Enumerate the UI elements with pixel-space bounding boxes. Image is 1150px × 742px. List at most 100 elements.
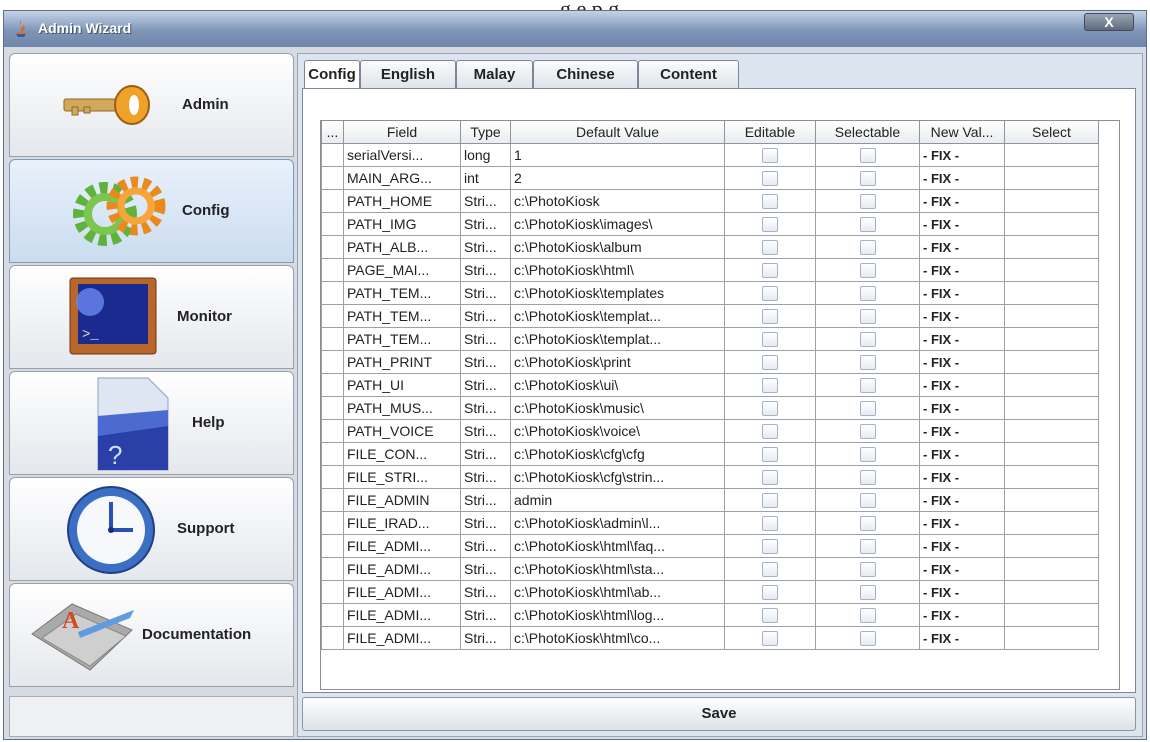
checkbox[interactable] xyxy=(762,539,778,555)
table-row[interactable]: PATH_TEM... Stri... c:\PhotoKiosk\template… xyxy=(321,281,1099,305)
column-header-select[interactable]: Select xyxy=(1004,121,1099,144)
checkbox[interactable] xyxy=(762,148,778,164)
select-cell[interactable] xyxy=(1004,465,1099,489)
field-cell[interactable]: PATH_VOICE xyxy=(343,419,461,443)
checkbox[interactable] xyxy=(762,240,778,256)
editable-checkbox[interactable] xyxy=(724,212,816,236)
select-cell[interactable] xyxy=(1004,557,1099,581)
selectable-checkbox[interactable] xyxy=(815,350,920,374)
table-row[interactable]: FILE_ADMI... Stri... c:\PhotoKiosk\html\ab… xyxy=(321,580,1099,604)
select-cell[interactable] xyxy=(1004,350,1099,374)
checkbox[interactable] xyxy=(859,401,876,417)
checkbox[interactable] xyxy=(859,585,876,601)
new-value-cell[interactable]: - FIX - xyxy=(919,419,1005,443)
column-header-new-value[interactable]: New Val... xyxy=(919,121,1005,144)
checkbox[interactable] xyxy=(762,355,778,371)
table-row[interactable]: PATH_ALB... Stri... c:\PhotoKiosk\album - F… xyxy=(321,235,1099,259)
default-value-cell[interactable]: c:\PhotoKiosk\ui\ xyxy=(510,373,725,397)
row-index-cell[interactable] xyxy=(321,557,344,581)
checkbox[interactable] xyxy=(762,332,778,348)
tab-chinese[interactable]: Chinese xyxy=(533,60,638,88)
title-bar[interactable]: Admin Wizard X xyxy=(4,11,1146,47)
select-cell[interactable] xyxy=(1004,488,1099,512)
field-cell[interactable]: PATH_PRINT xyxy=(343,350,461,374)
type-cell[interactable]: long xyxy=(460,143,511,167)
new-value-cell[interactable]: - FIX - xyxy=(919,166,1005,190)
selectable-checkbox[interactable] xyxy=(815,580,920,604)
type-cell[interactable]: Stri... xyxy=(460,396,511,420)
select-cell[interactable] xyxy=(1004,373,1099,397)
column-header-selectable[interactable]: Selectable xyxy=(815,121,920,144)
sidebar-item-help[interactable]: ? Help xyxy=(9,371,294,475)
table-row[interactable]: PATH_MUS... Stri... c:\PhotoKiosk\music\ - … xyxy=(321,396,1099,420)
checkbox[interactable] xyxy=(762,447,778,463)
checkbox[interactable] xyxy=(762,585,778,601)
checkbox[interactable] xyxy=(859,447,876,463)
editable-checkbox[interactable] xyxy=(724,511,816,535)
new-value-cell[interactable]: - FIX - xyxy=(919,396,1005,420)
default-value-cell[interactable]: c:\PhotoKiosk\cfg\strin... xyxy=(510,465,725,489)
editable-checkbox[interactable] xyxy=(724,626,816,650)
column-header-type[interactable]: Type xyxy=(460,121,511,144)
editable-checkbox[interactable] xyxy=(724,419,816,443)
new-value-cell[interactable]: - FIX - xyxy=(919,557,1005,581)
type-cell[interactable]: Stri... xyxy=(460,465,511,489)
select-cell[interactable] xyxy=(1004,580,1099,604)
checkbox[interactable] xyxy=(859,309,876,325)
default-value-cell[interactable]: c:\PhotoKiosk\templat... xyxy=(510,304,725,328)
checkbox[interactable] xyxy=(762,562,778,578)
field-cell[interactable]: FILE_ADMI... xyxy=(343,580,461,604)
default-value-cell[interactable]: c:\PhotoKiosk\html\log... xyxy=(510,603,725,627)
checkbox[interactable] xyxy=(859,171,876,187)
type-cell[interactable]: Stri... xyxy=(460,258,511,282)
new-value-cell[interactable]: - FIX - xyxy=(919,442,1005,466)
table-row[interactable]: FILE_IRAD... Stri... c:\PhotoKiosk\admin\l… xyxy=(321,511,1099,535)
column-header-field[interactable]: Field xyxy=(343,121,461,144)
checkbox[interactable] xyxy=(859,562,876,578)
selectable-checkbox[interactable] xyxy=(815,557,920,581)
type-cell[interactable]: Stri... xyxy=(460,442,511,466)
sidebar-item-admin[interactable]: Admin xyxy=(9,53,294,157)
tab-config[interactable]: Config xyxy=(304,60,360,90)
checkbox[interactable] xyxy=(762,608,778,624)
field-cell[interactable]: PAGE_MAI... xyxy=(343,258,461,282)
select-cell[interactable] xyxy=(1004,626,1099,650)
new-value-cell[interactable]: - FIX - xyxy=(919,465,1005,489)
editable-checkbox[interactable] xyxy=(724,327,816,351)
tab-english[interactable]: English xyxy=(360,60,456,88)
new-value-cell[interactable]: - FIX - xyxy=(919,488,1005,512)
table-row[interactable]: MAIN_ARG... int 2 - FIX - xyxy=(321,166,1099,190)
selectable-checkbox[interactable] xyxy=(815,281,920,305)
type-cell[interactable]: Stri... xyxy=(460,419,511,443)
field-cell[interactable]: PATH_TEM... xyxy=(343,304,461,328)
selectable-checkbox[interactable] xyxy=(815,465,920,489)
row-index-cell[interactable] xyxy=(321,304,344,328)
editable-checkbox[interactable] xyxy=(724,488,816,512)
field-cell[interactable]: FILE_CON... xyxy=(343,442,461,466)
default-value-cell[interactable]: 2 xyxy=(510,166,725,190)
table-row[interactable]: FILE_ADMI... Stri... c:\PhotoKiosk\html\co… xyxy=(321,626,1099,650)
table-row[interactable]: FILE_ADMI... Stri... c:\PhotoKiosk\html\st… xyxy=(321,557,1099,581)
table-row[interactable]: PATH_HOME Stri... c:\PhotoKiosk - FIX - xyxy=(321,189,1099,213)
editable-checkbox[interactable] xyxy=(724,465,816,489)
checkbox[interactable] xyxy=(859,539,876,555)
new-value-cell[interactable]: - FIX - xyxy=(919,258,1005,282)
checkbox[interactable] xyxy=(762,378,778,394)
column-header-default-value[interactable]: Default Value xyxy=(510,121,725,144)
table-row[interactable]: PATH_VOICE Stri... c:\PhotoKiosk\voice\ - F… xyxy=(321,419,1099,443)
field-cell[interactable]: serialVersi... xyxy=(343,143,461,167)
field-cell[interactable]: FILE_ADMI... xyxy=(343,626,461,650)
default-value-cell[interactable]: c:\PhotoKiosk xyxy=(510,189,725,213)
column-header-editable[interactable]: Editable xyxy=(724,121,816,144)
selectable-checkbox[interactable] xyxy=(815,442,920,466)
editable-checkbox[interactable] xyxy=(724,534,816,558)
type-cell[interactable]: Stri... xyxy=(460,304,511,328)
new-value-cell[interactable]: - FIX - xyxy=(919,143,1005,167)
select-cell[interactable] xyxy=(1004,258,1099,282)
field-cell[interactable]: PATH_ALB... xyxy=(343,235,461,259)
column-header-index[interactable]: ... xyxy=(321,121,344,144)
type-cell[interactable]: Stri... xyxy=(460,603,511,627)
select-cell[interactable] xyxy=(1004,212,1099,236)
checkbox[interactable] xyxy=(762,194,778,210)
checkbox[interactable] xyxy=(859,332,876,348)
